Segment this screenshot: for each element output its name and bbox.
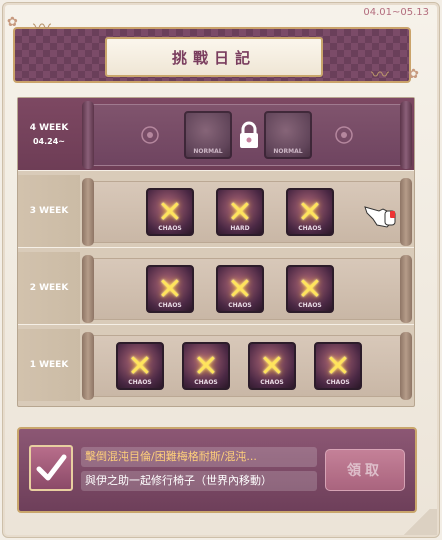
week-label-text: 2 WEEK — [29, 283, 69, 293]
scroll-rod — [400, 101, 412, 169]
title-banner: ✿ ✿ 〰 〰 挑戰日記 — [7, 15, 419, 86]
stage-slot[interactable]: NORMAL — [184, 111, 232, 159]
cloud-ornament-icon: 〰 — [33, 17, 51, 38]
week-row-2: 2 WEEK CHAOS ✕ CHAOS ✕ CHAOS ✕ — [18, 252, 414, 325]
scroll-rod — [400, 255, 412, 323]
x-mark-icon: ✕ — [259, 348, 285, 384]
reward-checkbox — [29, 445, 73, 491]
week-label: 4 WEEK 04.24~ — [18, 98, 80, 170]
event-date-range: 04.01~05.13 — [363, 7, 429, 18]
week-scroll: CHAOS ✕ CHAOS ✕ CHAOS ✕ — [82, 255, 412, 323]
week-row-4: 4 WEEK 04.24~ NORMAL NORMAL — [18, 98, 414, 171]
stage-slot[interactable]: CHAOS ✕ — [146, 188, 194, 236]
stage-difficulty: NORMAL — [193, 148, 223, 155]
title-plate: 挑戰日記 — [105, 37, 323, 77]
scroll-rod — [400, 178, 412, 246]
emblem-icon — [141, 126, 159, 144]
scroll-rod — [82, 332, 94, 400]
flower-icon: ✿ — [408, 67, 419, 82]
x-mark-icon: ✕ — [297, 271, 323, 307]
challenge-diary-dialog: 04.01~05.13 ✿ ✿ 〰 〰 挑戰日記 4 WEEK 04.24~ N… — [2, 2, 440, 538]
page-curl-decoration — [397, 509, 437, 535]
scroll-rod — [82, 101, 94, 169]
claim-button[interactable]: 領取 — [325, 449, 405, 491]
week-unlock-date: 04.24~ — [32, 136, 65, 146]
week-scroll: CHAOS ✕ CHAOS ✕ CHAOS ✕ CHAOS ✕ — [82, 332, 412, 400]
reward-condition-text: 擊倒混沌目倫/困難梅格耐斯/混沌... — [81, 447, 317, 467]
x-mark-icon: ✕ — [227, 271, 253, 307]
x-mark-icon: ✕ — [297, 194, 323, 230]
checkmark-icon — [36, 454, 67, 481]
x-mark-icon: ✕ — [157, 194, 183, 230]
x-mark-icon: ✕ — [193, 348, 219, 384]
scroll-rod — [82, 255, 94, 323]
emblem-icon — [335, 126, 353, 144]
stage-difficulty: NORMAL — [273, 148, 303, 155]
stage-slot[interactable]: HARD ✕ — [216, 188, 264, 236]
weeks-panel: 4 WEEK 04.24~ NORMAL NORMAL 3 WEEK CHAOS… — [17, 97, 415, 407]
week-label-text: 3 WEEK — [29, 206, 69, 216]
week-row-1: 1 WEEK CHAOS ✕ CHAOS ✕ CHAOS ✕ CHAOS ✕ — [18, 329, 414, 401]
cloud-ornament-icon: 〰 — [371, 65, 389, 86]
stage-slot[interactable]: CHAOS ✕ — [248, 342, 296, 390]
week-label: 1 WEEK — [18, 329, 80, 401]
week-row-3: 3 WEEK CHAOS ✕ HARD ✕ CHAOS ✕ — [18, 175, 414, 248]
week-label-text: 4 WEEK — [29, 122, 69, 133]
reward-item-text: 與伊之助一起修行椅子（世界內移動） — [81, 471, 317, 491]
stage-slot[interactable]: NORMAL — [264, 111, 312, 159]
scroll-rod — [82, 178, 94, 246]
x-mark-icon: ✕ — [227, 194, 253, 230]
stage-slot[interactable]: CHAOS ✕ — [146, 265, 194, 313]
reward-panel: 擊倒混沌目倫/困難梅格耐斯/混沌... 與伊之助一起修行椅子（世界內移動） 領取 — [17, 427, 417, 513]
x-mark-icon: ✕ — [127, 348, 153, 384]
pointing-hand-icon — [364, 206, 396, 228]
scroll-rod — [400, 332, 412, 400]
stage-slot[interactable]: CHAOS ✕ — [286, 188, 334, 236]
x-mark-icon: ✕ — [157, 271, 183, 307]
stage-slot[interactable]: CHAOS ✕ — [216, 265, 264, 313]
stage-slot[interactable]: CHAOS ✕ — [314, 342, 362, 390]
stage-slot[interactable]: CHAOS ✕ — [286, 265, 334, 313]
x-mark-icon: ✕ — [325, 348, 351, 384]
week-label: 2 WEEK — [18, 252, 80, 324]
week-scroll: CHAOS ✕ HARD ✕ CHAOS ✕ — [82, 178, 412, 246]
week-label-text: 1 WEEK — [29, 360, 69, 370]
flower-icon: ✿ — [7, 15, 18, 30]
week-label: 3 WEEK — [18, 175, 80, 247]
lock-icon — [240, 121, 258, 148]
week-scroll: NORMAL NORMAL — [82, 101, 412, 169]
stage-slot[interactable]: CHAOS ✕ — [116, 342, 164, 390]
stage-slot[interactable]: CHAOS ✕ — [182, 342, 230, 390]
page-title: 挑戰日記 — [171, 48, 256, 67]
